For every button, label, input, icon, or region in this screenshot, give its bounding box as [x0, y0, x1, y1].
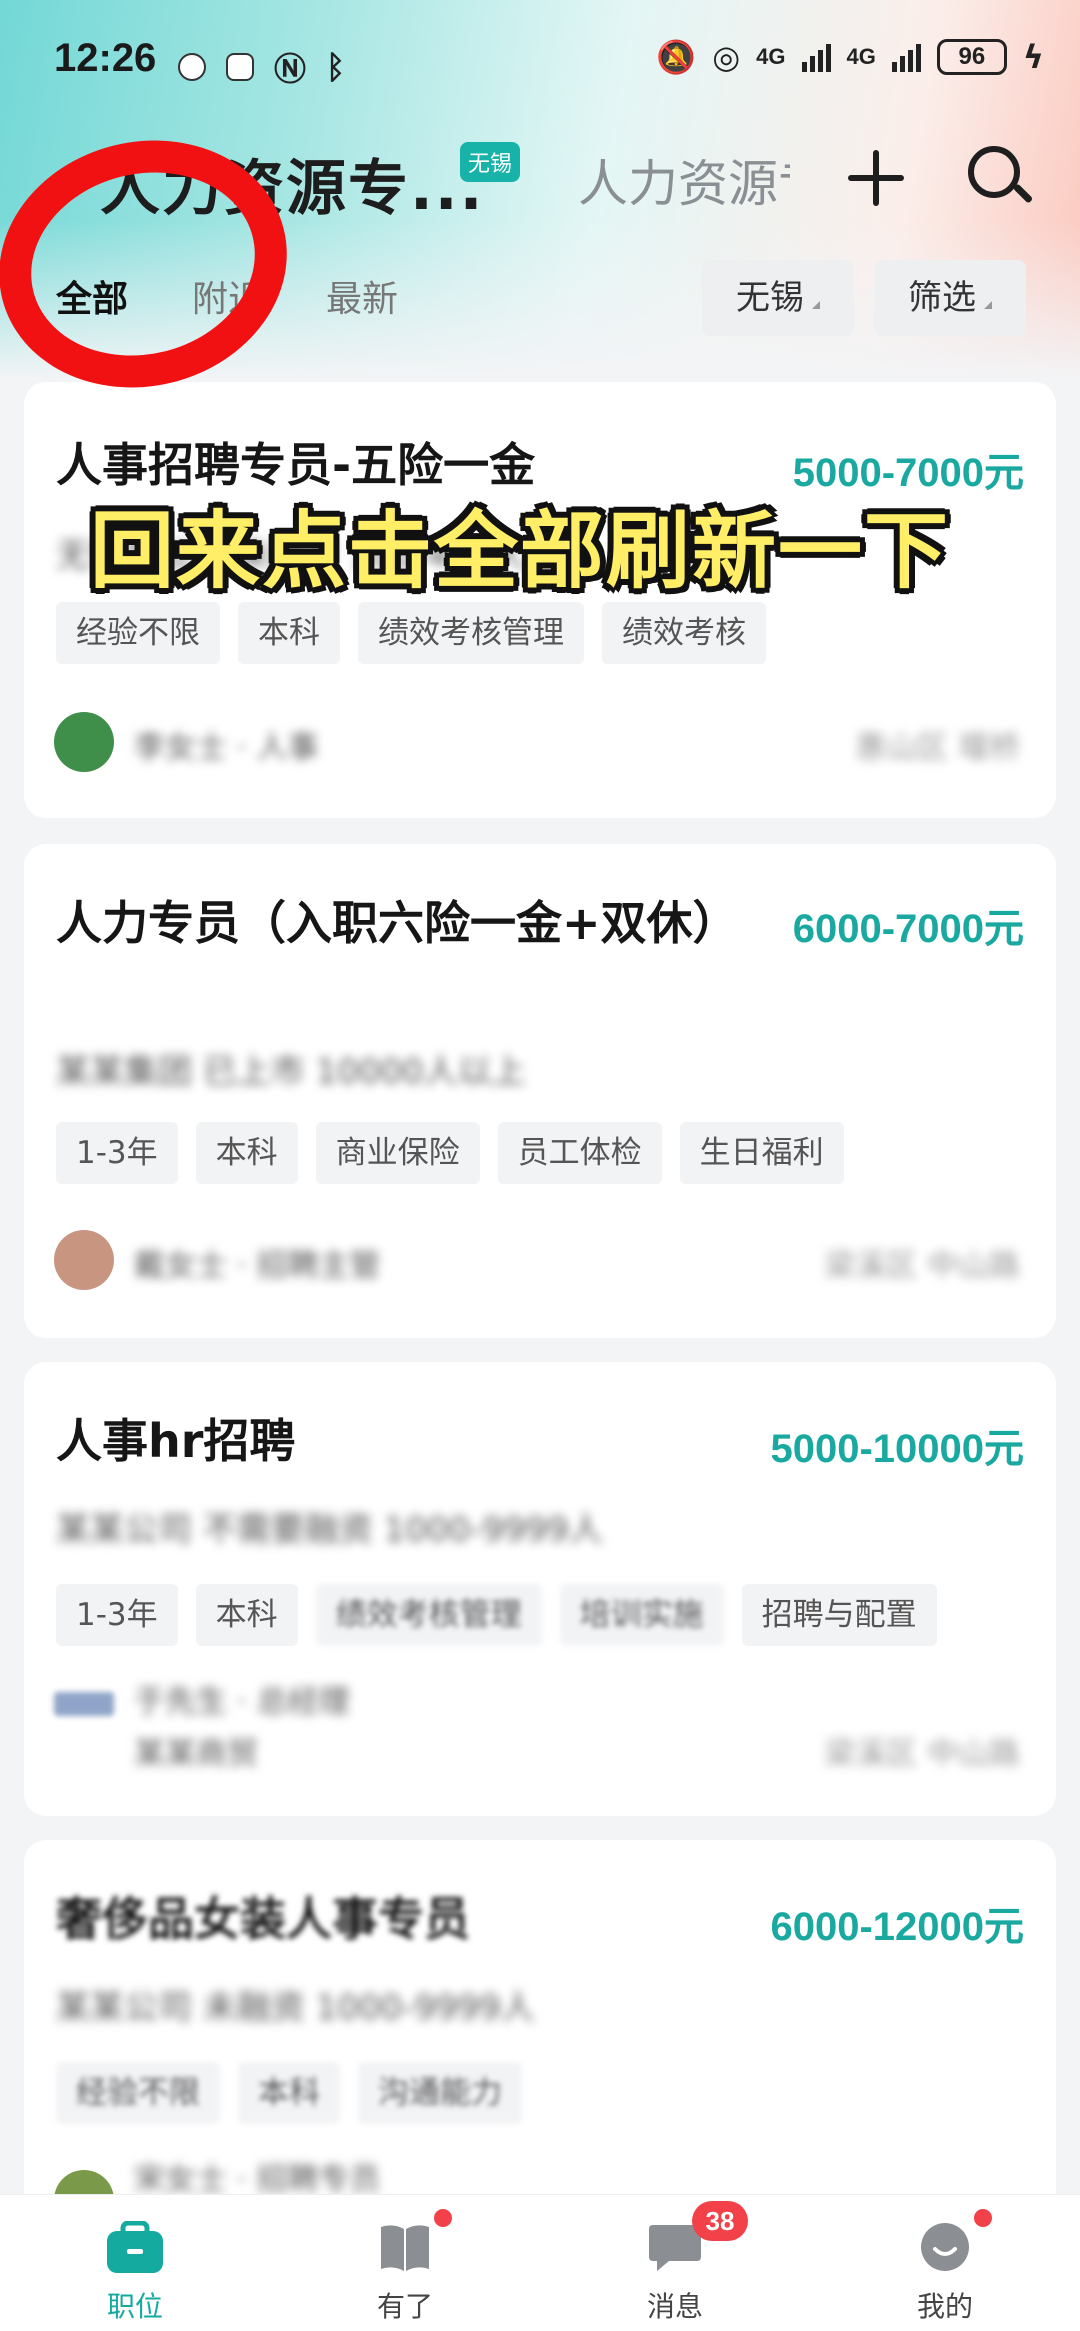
status-bar: 12:26 Ⓝ ᛒ 🔕 ◎ 4G 4G 96 ϟ [0, 0, 1080, 110]
job-tag: 绩效考核 [602, 602, 766, 664]
message-count-badge: 38 [692, 2201, 748, 2241]
job-tag: 商业保险 [315, 1122, 480, 1184]
bottom-nav: 职位 有了 38 消息 我的 [0, 2194, 1080, 2331]
job-tag: 本科 [238, 2062, 340, 2124]
nav-label: 有了 [376, 2290, 433, 2323]
recruiter-name: 宋女士 · 招聘专员 [134, 2162, 381, 2198]
job-card[interactable]: 人力专员（入职六险一金+双休） 6000-7000元 某某集团 已上市 1000… [24, 844, 1056, 1338]
signal-2-icon [891, 42, 921, 72]
recruiter-name: 李女士 · 人事 [134, 730, 319, 766]
job-title: 人力专员（入职六险一金+双休） [56, 896, 739, 950]
company-info: 某某公司 未融资 1000-9999人 [56, 1988, 535, 2028]
corner-arrow-icon [984, 301, 992, 309]
avatar [54, 1692, 114, 1716]
job-intent-tab-2[interactable]: 人力资源专员 [578, 144, 790, 216]
job-tags: 1-3年 本科 绩效考核管理 培训实施 招聘与配置 [56, 1584, 937, 1646]
job-location: 梁溪区 中山路 [824, 1736, 1020, 1772]
status-notification-icons: Ⓝ ᛒ [178, 44, 345, 90]
network-type-1: 4G [756, 44, 786, 69]
overlay-caption: 回来点击全部刷新一下 [90, 502, 951, 600]
charging-icon: ϟ [1022, 38, 1044, 76]
nav-jobs[interactable]: 职位 [0, 2195, 270, 2331]
avatar [54, 1230, 114, 1290]
recruiter-company: 某某商贸 [134, 1736, 258, 1772]
book-icon [381, 2225, 429, 2271]
recruiter-name: 戴女士 · 招聘主管 [134, 1248, 381, 1284]
nav-label: 职位 [106, 2290, 163, 2323]
job-tag: 培训实施 [559, 1584, 724, 1646]
battery-level: 96 [936, 39, 1007, 75]
job-location: 惠山区 堰桥 [855, 730, 1020, 766]
company-info: 某某公司 不需要融资 1000-9999人 [56, 1510, 603, 1550]
job-tag: 本科 [195, 1122, 298, 1184]
job-tag: 绩效考核管理 [358, 602, 584, 664]
job-tag: 绩效考核管理 [315, 1584, 542, 1646]
record-icon [226, 53, 254, 81]
nav-messages[interactable]: 38 消息 [540, 2195, 810, 2331]
notification-dot [974, 2209, 992, 2227]
bluetooth-icon: ᛒ [326, 48, 346, 86]
job-title: 人事hr招聘 [56, 1414, 296, 1468]
corner-arrow-icon [812, 301, 820, 309]
job-tag: 生日福利 [679, 1122, 844, 1184]
job-tags: 1-3年 本科 商业保险 员工体检 生日福利 [56, 1122, 844, 1184]
search-button[interactable] [964, 142, 1034, 212]
status-time: 12:26 [54, 36, 157, 80]
nav-label: 我的 [916, 2290, 973, 2323]
notification-dot [434, 2209, 452, 2227]
job-tag: 员工体检 [497, 1122, 662, 1184]
app-notification-icon [178, 53, 206, 81]
search-icon-handle [1012, 183, 1034, 204]
network-type-2: 4G [846, 44, 876, 69]
job-title: 奢侈品女装人事专员 [56, 1892, 470, 1946]
tab-latest[interactable]: 最新 [326, 270, 398, 322]
mute-bell-icon: 🔕 [656, 38, 697, 76]
job-tag: 1-3年 [56, 1122, 178, 1184]
job-salary: 6000-7000元 [792, 907, 1024, 951]
filter-label: 筛选 [908, 278, 976, 318]
recruiter-name: 于先生 · 总经理 [134, 1684, 350, 1720]
avatar [54, 712, 114, 772]
job-card[interactable]: 奢侈品女装人事专员 6000-12000元 某某公司 未融资 1000-9999… [24, 1840, 1056, 2240]
job-location: 梁溪区 中山路 [824, 1248, 1020, 1284]
job-tag: 本科 [238, 602, 340, 664]
job-tag: 本科 [195, 1584, 298, 1646]
nav-youle[interactable]: 有了 [270, 2195, 540, 2331]
hotspot-icon: ◎ [712, 38, 741, 76]
nav-label: 消息 [646, 2290, 703, 2323]
job-salary: 5000-10000元 [770, 1427, 1024, 1471]
city-filter-button[interactable]: 无锡 [702, 260, 854, 336]
smile-icon [921, 2223, 969, 2271]
search-icon [968, 146, 1020, 198]
job-tag: 招聘与配置 [741, 1584, 937, 1646]
status-system-icons: 🔕 ◎ 4G 4G 96 ϟ [656, 38, 1044, 76]
job-tag: 1-3年 [56, 1584, 178, 1646]
nav-profile[interactable]: 我的 [810, 2195, 1080, 2331]
briefcase-icon [107, 2221, 163, 2273]
job-tags: 经验不限 本科 绩效考核管理 绩效考核 [56, 602, 766, 664]
signal-1-icon [801, 42, 831, 72]
company-info: 某某集团 已上市 10000人以上 [56, 1052, 526, 1092]
add-intent-button[interactable] [848, 150, 904, 206]
job-tags: 经验不限 本科 沟通能力 [56, 2062, 522, 2124]
city-filter-label: 无锡 [736, 278, 804, 318]
job-tag: 沟通能力 [358, 2062, 522, 2124]
job-tag: 经验不限 [56, 602, 220, 664]
filter-button[interactable]: 筛选 [874, 260, 1026, 336]
job-list-screen: 12:26 Ⓝ ᛒ 🔕 ◎ 4G 4G 96 ϟ 人力资源专... 无锡 人力资… [0, 0, 1080, 2331]
nfc-icon: Ⓝ [274, 50, 307, 88]
job-card[interactable]: 人事hr招聘 5000-10000元 某某公司 不需要融资 1000-9999人… [24, 1362, 1056, 1816]
job-salary: 6000-12000元 [770, 1905, 1024, 1949]
job-tag: 经验不限 [56, 2062, 220, 2124]
city-badge: 无锡 [460, 142, 521, 182]
